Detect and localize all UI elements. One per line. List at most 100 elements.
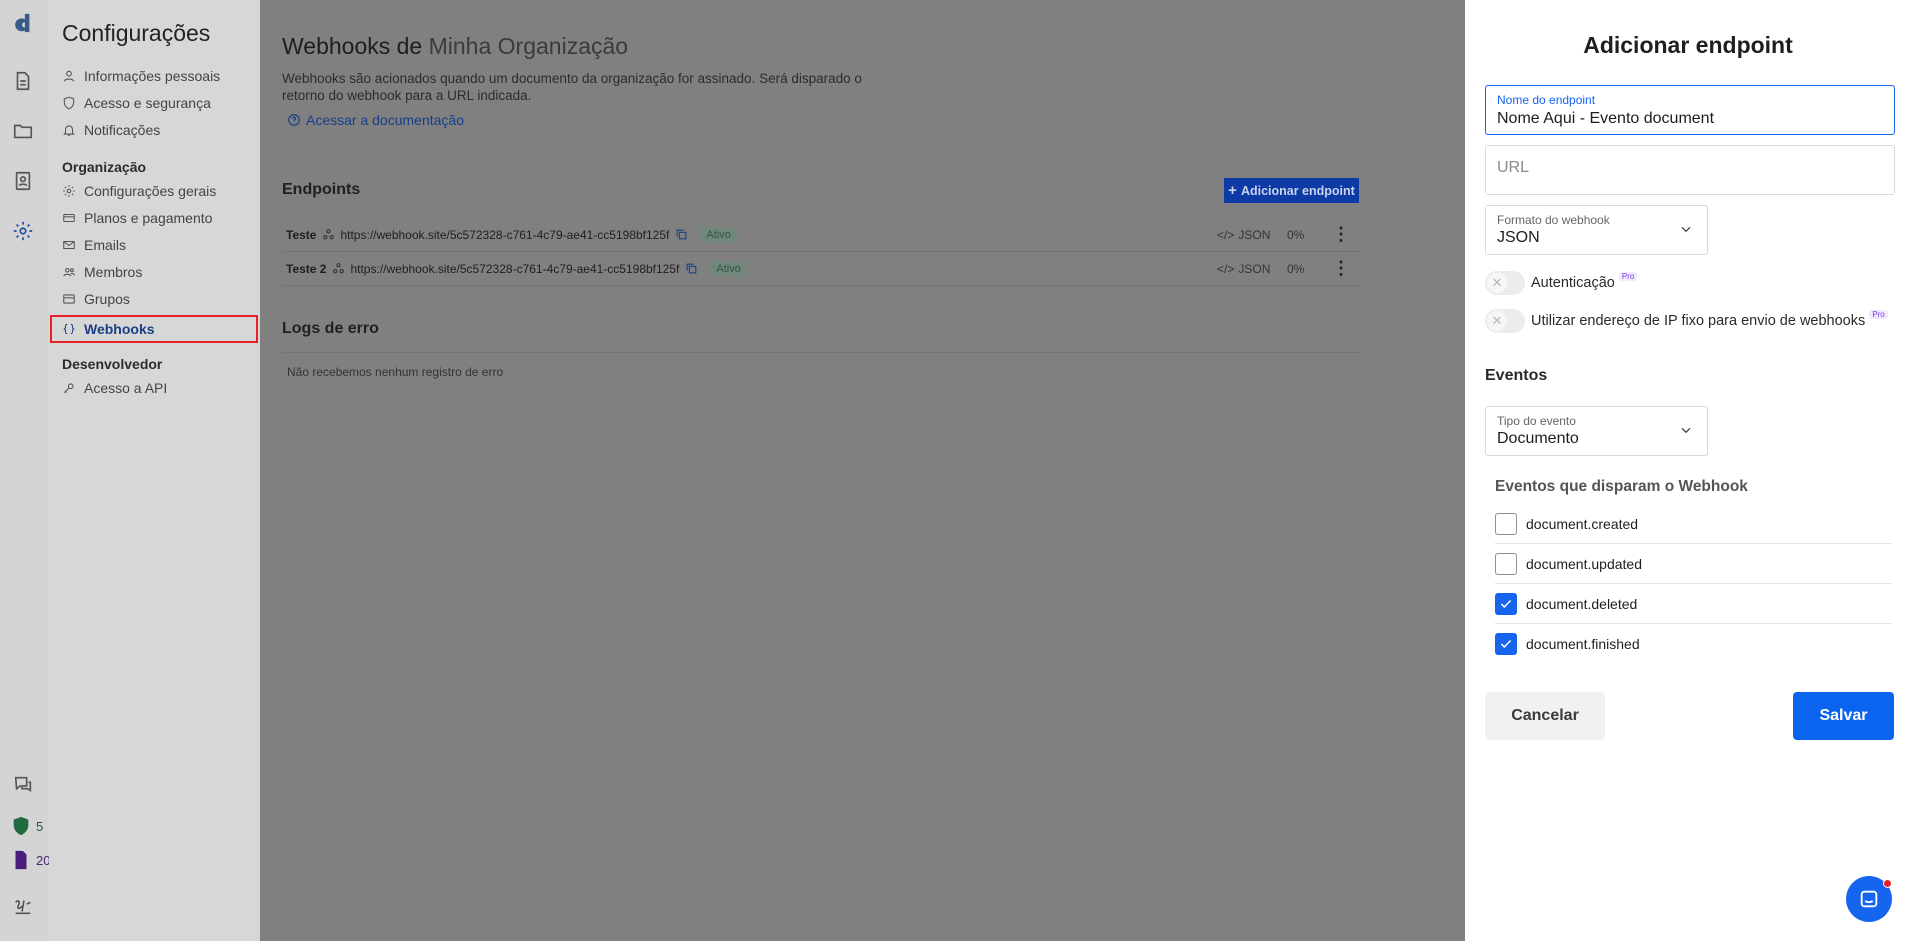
format-select-value: JSON — [1497, 229, 1540, 246]
user-icon — [63, 70, 75, 82]
nav-item-emails[interactable]: Emails — [62, 234, 258, 256]
settings-icon[interactable] — [10, 218, 36, 244]
nav-item-api-access[interactable]: Acesso a API — [62, 377, 258, 399]
contacts-icon[interactable] — [10, 168, 36, 194]
checkbox-checked[interactable] — [1495, 633, 1517, 655]
triggers-heading: Eventos que disparam o Webhook — [1495, 478, 1748, 495]
event-type-select[interactable]: Tipo do evento Documento — [1485, 406, 1708, 456]
nav-item-security[interactable]: Acesso e segurança — [62, 92, 258, 114]
error-logs-heading: Logs de erro — [282, 320, 379, 337]
doc-link[interactable]: Acessar a documentação — [287, 112, 464, 128]
webhooks-page: Webhooks de Minha Organização Webhooks s… — [260, 0, 1465, 941]
kebab-menu-icon[interactable]: ⋮ — [1332, 224, 1350, 245]
divider — [282, 352, 1360, 353]
nav-label: Acesso a API — [84, 380, 168, 396]
checkbox[interactable] — [1495, 552, 1517, 575]
url-input[interactable] — [1497, 159, 1897, 177]
add-endpoint-drawer: Adicionar endpoint Nome do endpoint Nome… — [1465, 0, 1911, 941]
event-type-label: Tipo do evento — [1497, 414, 1576, 428]
event-option-finished[interactable]: document.finished — [1495, 624, 1891, 664]
check-icon — [1500, 599, 1512, 608]
logo-icon[interactable] — [10, 10, 36, 36]
nav-item-personal-info[interactable]: Informações pessoais — [62, 65, 258, 87]
notification-dot — [1883, 879, 1892, 888]
nav-item-notifications[interactable]: Notificações — [62, 119, 258, 141]
plus-icon: + — [1228, 182, 1237, 199]
title-prefix: Webhooks de — [282, 33, 423, 59]
fixed-ip-toggle[interactable]: ✕ — [1485, 309, 1525, 333]
app-icon-sidebar: 5 20 — [0, 0, 50, 941]
cancel-button[interactable]: Cancelar — [1485, 692, 1605, 740]
format-label: JSON — [1238, 227, 1271, 242]
endpoint-rate: 0% — [1287, 227, 1305, 242]
highlight-webhooks — [50, 315, 258, 343]
chat-launcher[interactable] — [1846, 876, 1892, 922]
status-badge: Ativo — [710, 260, 747, 277]
card-icon — [63, 213, 75, 223]
code-icon: </> — [1217, 227, 1235, 242]
event-option-deleted[interactable]: document.deleted — [1495, 584, 1891, 624]
chevron-down-icon — [1679, 222, 1693, 236]
signature-icon[interactable] — [10, 893, 36, 919]
document-icon[interactable] — [10, 68, 36, 94]
fixed-ip-toggle-row[interactable]: ✕ Utilizar endereço de IP fixo para envi… — [1485, 309, 1888, 333]
auth-toggle-row[interactable]: ✕ Autenticação Pro — [1485, 271, 1638, 295]
title-org: Minha Organização — [428, 33, 629, 59]
pro-badge: Pro — [1618, 271, 1638, 281]
save-button[interactable]: Salvar — [1793, 692, 1894, 740]
nav-label: Configurações gerais — [84, 183, 217, 199]
endpoint-name: Teste 2 — [286, 261, 327, 276]
endpoint-format: </> JSON — [1217, 228, 1270, 242]
chat-icon — [1860, 890, 1878, 908]
page-title: Webhooks de Minha Organização — [282, 33, 628, 60]
copy-icon[interactable] — [675, 228, 688, 241]
endpoint-row[interactable]: Teste 2 https://webhook.site/5c572328-c7… — [282, 252, 1360, 286]
copy-icon[interactable] — [685, 262, 698, 275]
format-select-label: Formato do webhook — [1497, 213, 1610, 227]
status-badge: Ativo — [700, 226, 737, 243]
event-option-updated[interactable]: document.updated — [1495, 544, 1891, 584]
shield-icon — [63, 96, 75, 110]
help-circle-icon — [288, 114, 300, 126]
chevron-down-icon — [1679, 423, 1693, 437]
endpoint-rate: 0% — [1287, 261, 1305, 276]
gear-icon — [63, 185, 75, 197]
key-icon — [63, 383, 74, 394]
error-empty-message: Não recebemos nenhum registro de erro — [287, 365, 504, 379]
shield-counter[interactable]: 5 — [10, 815, 43, 837]
endpoint-name-value: Nome Aqui - Evento document — [1497, 110, 1715, 127]
endpoint-row[interactable]: Teste https://webhook.site/5c572328-c761… — [282, 218, 1360, 252]
nav-item-general-settings[interactable]: Configurações gerais — [62, 180, 258, 202]
nav-item-members[interactable]: Membros — [62, 261, 258, 283]
endpoint-format: </> JSON — [1217, 262, 1270, 276]
kebab-menu-icon[interactable]: ⋮ — [1332, 258, 1350, 279]
folder-icon[interactable] — [10, 118, 36, 144]
endpoint-url: https://webhook.site/5c572328-c761-4c79-… — [340, 227, 670, 242]
endpoint-name-field[interactable]: Nome do endpoint Nome Aqui - Evento docu… — [1485, 85, 1895, 135]
auth-toggle[interactable]: ✕ — [1485, 271, 1525, 295]
checkbox[interactable] — [1495, 512, 1517, 535]
format-select[interactable]: Formato do webhook JSON — [1485, 205, 1708, 255]
close-icon: ✕ — [1487, 273, 1507, 293]
nav-item-groups[interactable]: Grupos — [62, 288, 258, 310]
help-icon[interactable] — [10, 772, 36, 798]
mail-icon — [63, 240, 75, 250]
nav-item-plans[interactable]: Planos e pagamento — [62, 207, 258, 229]
event-label: document.deleted — [1526, 595, 1638, 612]
event-label: document.updated — [1526, 555, 1642, 572]
settings-title: Configurações — [62, 20, 211, 46]
doc-counter[interactable]: 20 — [10, 849, 50, 871]
format-label: JSON — [1238, 261, 1271, 276]
groups-icon — [63, 294, 75, 304]
settings-nav: Configurações Informações pessoais Acess… — [49, 0, 260, 941]
add-endpoint-button[interactable]: + Adicionar endpoint — [1224, 178, 1359, 203]
url-field[interactable] — [1485, 145, 1897, 195]
checkbox-checked[interactable] — [1495, 592, 1517, 615]
add-endpoint-label: Adicionar endpoint — [1240, 183, 1355, 198]
close-icon: ✕ — [1487, 311, 1507, 331]
nav-group-organization: Organização — [62, 159, 147, 175]
event-option-created[interactable]: document.created — [1495, 504, 1891, 544]
nav-label: Notificações — [84, 122, 161, 138]
events-heading: Eventos — [1485, 367, 1548, 384]
pro-badge: Pro — [1869, 309, 1888, 319]
